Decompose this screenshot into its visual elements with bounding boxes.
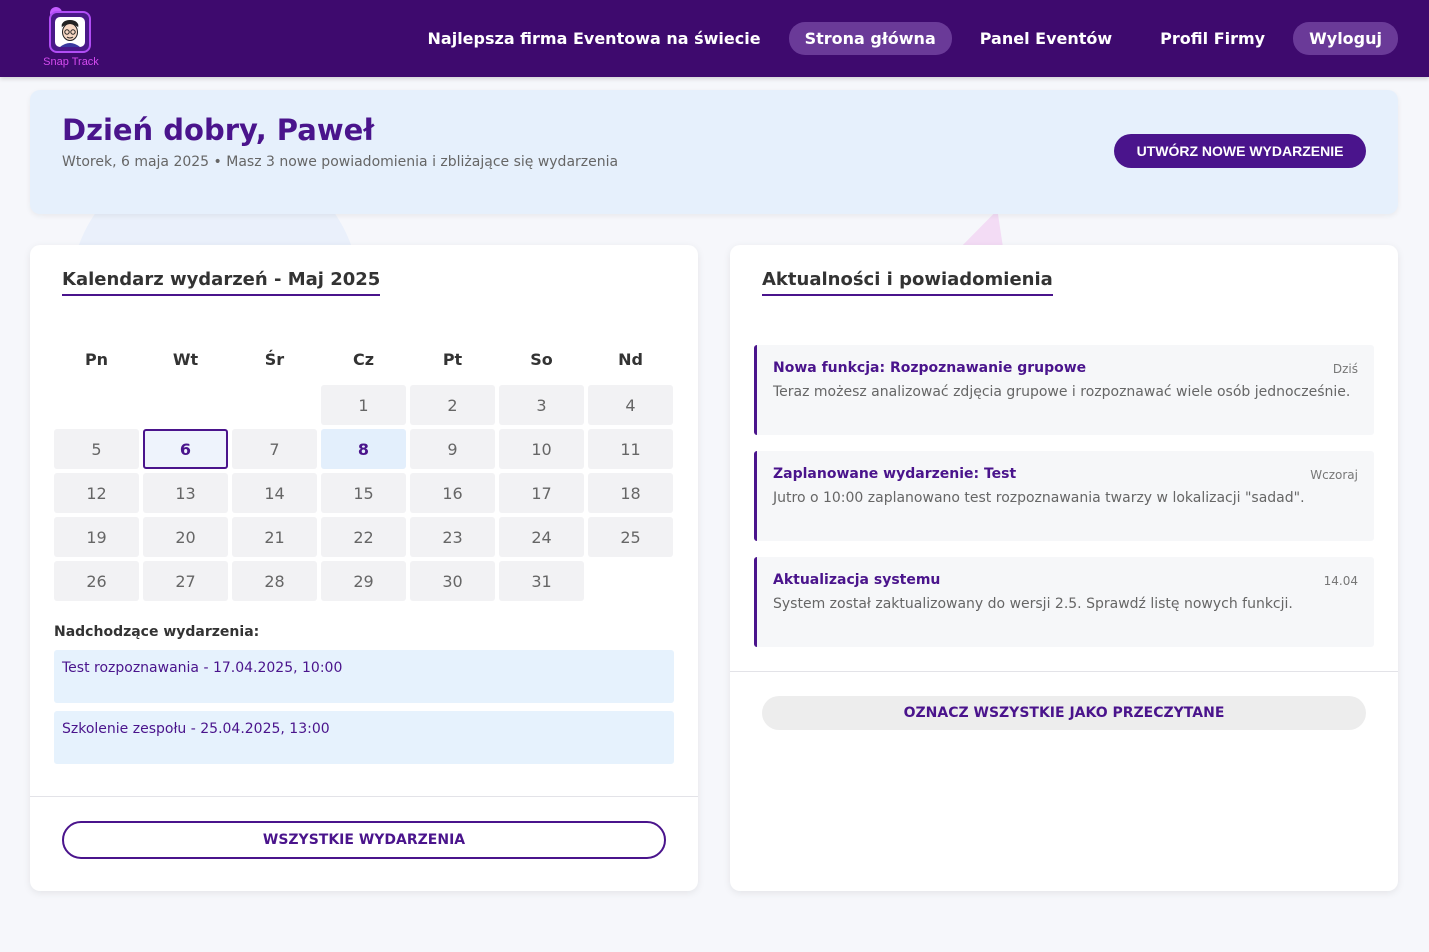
calendar-day[interactable]: 12 xyxy=(54,473,139,513)
nav-logout[interactable]: Wyloguj xyxy=(1293,22,1398,55)
notification-title: Aktualizacja systemu xyxy=(773,572,941,588)
calendar-day[interactable]: 13 xyxy=(143,473,228,513)
calendar-day[interactable]: 24 xyxy=(499,517,584,557)
calendar-day[interactable]: 3 xyxy=(499,385,584,425)
news-title: Aktualności i powiadomienia xyxy=(762,269,1053,296)
upcoming-event-item[interactable]: Szkolenie zespołu - 25.04.2025, 13:00 xyxy=(54,711,674,764)
news-card: Aktualności i powiadomienia Nowa funkcja… xyxy=(730,245,1398,891)
weekday-label: So xyxy=(530,350,553,369)
calendar-day[interactable]: 25 xyxy=(588,517,673,557)
calendar-empty-cell xyxy=(143,385,228,425)
notification-title: Nowa funkcja: Rozpoznawanie grupowe xyxy=(773,360,1087,376)
calendar-weekdays: Pn Wt Śr Cz Pt So Nd xyxy=(54,350,673,369)
notification-date: Wczoraj xyxy=(1310,468,1358,482)
weekday-label: Wt xyxy=(172,350,199,369)
welcome-banner: Dzień dobry, Paweł Wtorek, 6 maja 2025 •… xyxy=(30,90,1398,214)
calendar-day[interactable]: 15 xyxy=(321,473,406,513)
notification-text: Jutro o 10:00 zaplanowano test rozpoznaw… xyxy=(773,490,1305,506)
calendar-grid: 1 2 3 4 5 6 7 8 9 10 11 12 13 14 15 16 17 18 19 20 21 22 23 24 2… xyxy=(54,385,673,601)
snap-track-logo[interactable]: Snap Track xyxy=(40,6,102,70)
calendar-day[interactable]: 18 xyxy=(588,473,673,513)
weekday-label: Cz xyxy=(352,350,375,369)
calendar-day[interactable]: 2 xyxy=(410,385,495,425)
divider xyxy=(730,671,1398,672)
calendar-card: Kalendarz wydarzeń - Maj 2025 Pn Wt Śr Cz Pt… xyxy=(30,245,698,891)
calendar-day[interactable]: 28 xyxy=(232,561,317,601)
calendar-day[interactable]: 22 xyxy=(321,517,406,557)
notification-date: 14.04 xyxy=(1323,574,1358,588)
notification-date: Dziś xyxy=(1332,362,1358,376)
notification-text: Teraz możesz analizować zdjęcia grupowe … xyxy=(773,384,1351,400)
create-event-button[interactable]: UTWÓRZ NOWE WYDARZENIE xyxy=(1114,134,1366,168)
notification-item[interactable]: Aktualizacja systemu 14.04 System został… xyxy=(754,557,1374,647)
upcoming-events-title: Nadchodzące wydarzenia: xyxy=(54,624,260,640)
calendar-day[interactable]: 10 xyxy=(499,429,584,469)
calendar-title: Kalendarz wydarzeń - Maj 2025 xyxy=(62,269,381,296)
calendar-day[interactable]: 23 xyxy=(410,517,495,557)
calendar-day[interactable]: 26 xyxy=(54,561,139,601)
calendar-day[interactable]: 16 xyxy=(410,473,495,513)
calendar-day[interactable]: 14 xyxy=(232,473,317,513)
weekday-label: Śr xyxy=(264,350,285,369)
calendar-day[interactable]: 4 xyxy=(588,385,673,425)
mark-all-read-button[interactable]: OZNACZ WSZYSTKIE JAKO PRZECZYTANE xyxy=(762,696,1366,730)
calendar-day[interactable]: 11 xyxy=(588,429,673,469)
calendar-empty-cell xyxy=(232,385,317,425)
nav-company-name[interactable]: Najlepsza firma Eventowa na świecie xyxy=(408,22,781,55)
upcoming-event-item[interactable]: Test rozpoznawania - 17.04.2025, 10:00 xyxy=(54,650,674,703)
notification-title: Zaplanowane wydarzenie: Test xyxy=(773,466,1017,482)
nav-links: Najlepsza firma Eventowa na świecie Stro… xyxy=(400,22,1398,55)
calendar-day-today[interactable]: 6 xyxy=(143,429,228,469)
welcome-title: Dzień dobry, Paweł xyxy=(62,113,375,147)
notification-item[interactable]: Zaplanowane wydarzenie: Test Wczoraj Jut… xyxy=(754,451,1374,541)
weekday-label: Nd xyxy=(618,350,643,369)
calendar-day[interactable]: 7 xyxy=(232,429,317,469)
nav-events-panel[interactable]: Panel Eventów xyxy=(960,22,1132,55)
welcome-subtitle: Wtorek, 6 maja 2025 • Masz 3 nowe powiad… xyxy=(62,154,619,170)
all-events-button[interactable]: WSZYSTKIE WYDARZENIA xyxy=(62,821,666,859)
brand-name: Snap Track xyxy=(43,56,99,68)
calendar-empty-cell xyxy=(54,385,139,425)
divider xyxy=(30,796,698,797)
calendar-day[interactable]: 8 xyxy=(321,429,406,469)
top-navbar: Snap Track Najlepsza firma Eventowa na ś… xyxy=(0,0,1429,77)
calendar-day[interactable]: 20 xyxy=(143,517,228,557)
calendar-day[interactable]: 17 xyxy=(499,473,584,513)
calendar-day[interactable]: 5 xyxy=(54,429,139,469)
calendar-day[interactable]: 27 xyxy=(143,561,228,601)
notification-text: System został zaktualizowany do wersji 2… xyxy=(773,596,1293,612)
weekday-label: Pt xyxy=(442,350,463,369)
nav-company-profile[interactable]: Profil Firmy xyxy=(1140,22,1285,55)
weekday-label: Pn xyxy=(84,350,109,369)
calendar-day[interactable]: 9 xyxy=(410,429,495,469)
calendar-day[interactable]: 19 xyxy=(54,517,139,557)
notification-item[interactable]: Nowa funkcja: Rozpoznawanie grupowe Dziś… xyxy=(754,345,1374,435)
calendar-day[interactable]: 30 xyxy=(410,561,495,601)
calendar-day[interactable]: 1 xyxy=(321,385,406,425)
face-avatar-icon xyxy=(49,11,91,53)
calendar-day[interactable]: 31 xyxy=(499,561,584,601)
calendar-day[interactable]: 21 xyxy=(232,517,317,557)
nav-home[interactable]: Strona główna xyxy=(788,22,952,55)
calendar-day[interactable]: 29 xyxy=(321,561,406,601)
